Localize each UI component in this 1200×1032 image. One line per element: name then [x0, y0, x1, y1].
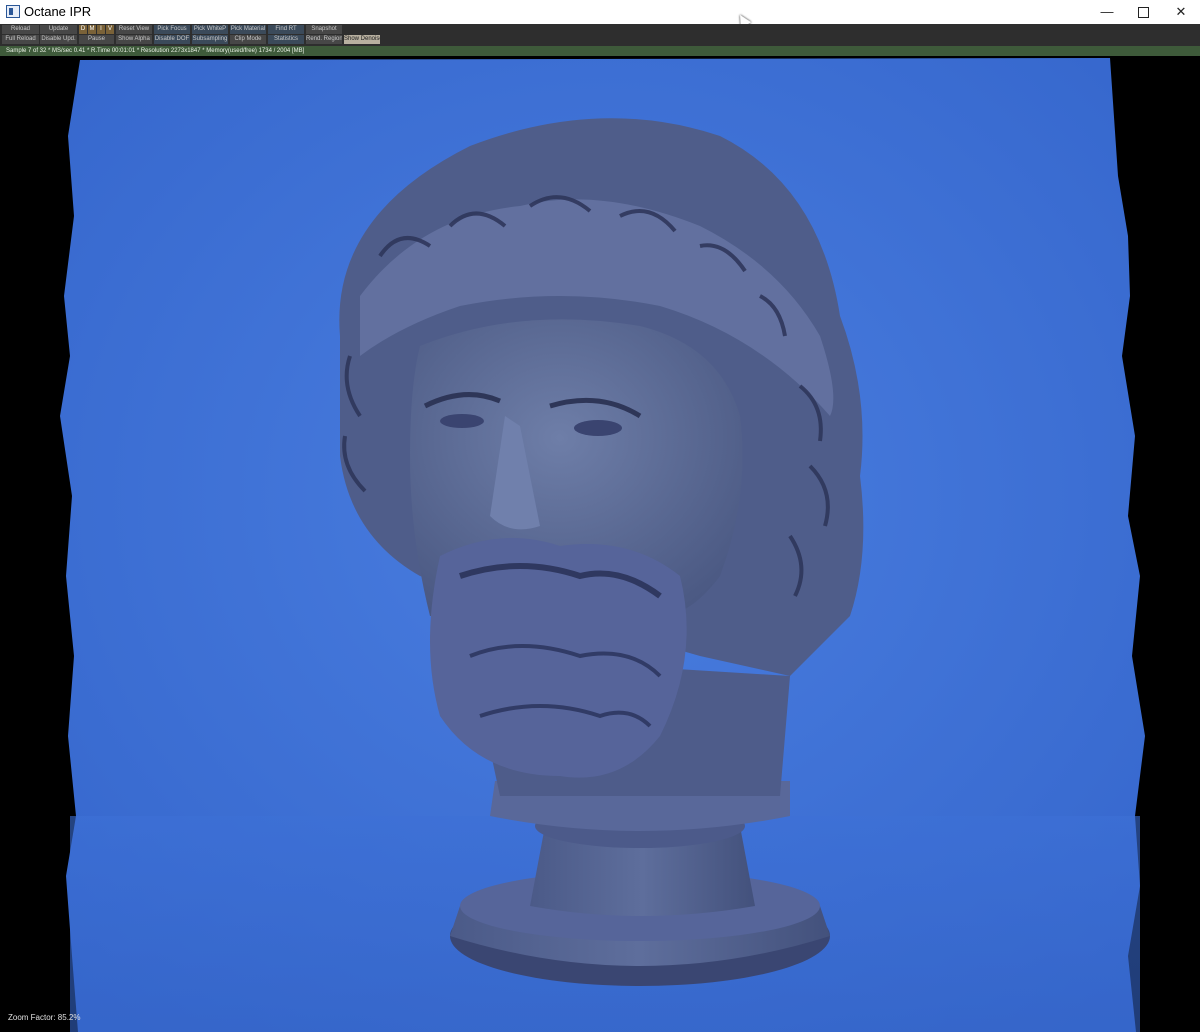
title-bar: Octane IPR — ✕: [0, 0, 1200, 25]
ipr-toolbar: Reload Update D M I V Reset View Pick Fo…: [0, 24, 1200, 46]
pick-whitep-button[interactable]: Pick WhiteP: [192, 25, 228, 34]
disable-update-button[interactable]: Disable Upd.: [40, 35, 77, 44]
pause-button[interactable]: Pause: [79, 35, 114, 44]
find-rt-button[interactable]: Find RT: [268, 25, 304, 34]
disable-dof-button[interactable]: Disable DOF: [154, 35, 190, 44]
v-button[interactable]: V: [106, 25, 114, 34]
full-reload-button[interactable]: Full Reload: [2, 35, 39, 44]
subsampling-button[interactable]: Subsampling: [192, 35, 228, 44]
render-status-bar: Sample 7 of 32 * MS/sec 0.41 * R.Time 00…: [0, 46, 1200, 56]
octane-app-icon: [6, 5, 20, 18]
i-button[interactable]: I: [97, 25, 105, 34]
render-statistics: Sample 7 of 32 * MS/sec 0.41 * R.Time 00…: [6, 48, 305, 54]
maximize-icon: [1137, 7, 1149, 19]
reload-button[interactable]: Reload: [2, 25, 39, 34]
render-image: [60, 58, 1145, 1032]
show-denoise-button[interactable]: Show Denoise: [344, 35, 380, 44]
close-button[interactable]: ✕: [1158, 0, 1200, 24]
reset-view-button[interactable]: Reset View: [116, 25, 152, 34]
show-alpha-button[interactable]: Show Alpha: [116, 35, 152, 44]
snapshot-button[interactable]: Snapshot: [306, 25, 342, 34]
d-button[interactable]: D: [79, 25, 87, 34]
render-viewport[interactable]: [0, 56, 1200, 1032]
window-title: Octane IPR: [24, 4, 92, 19]
m-button[interactable]: M: [88, 25, 96, 34]
clip-mode-button[interactable]: Clip Mode: [230, 35, 266, 44]
update-button[interactable]: Update: [40, 25, 77, 34]
pick-material-button[interactable]: Pick Material: [230, 25, 266, 34]
statistics-button[interactable]: Statistics: [268, 35, 304, 44]
zoom-factor-readout: Zoom Factor: 85.2%: [8, 1013, 81, 1022]
pick-focus-button[interactable]: Pick Focus: [154, 25, 190, 34]
render-region-button[interactable]: Rend. Region: [306, 35, 342, 44]
